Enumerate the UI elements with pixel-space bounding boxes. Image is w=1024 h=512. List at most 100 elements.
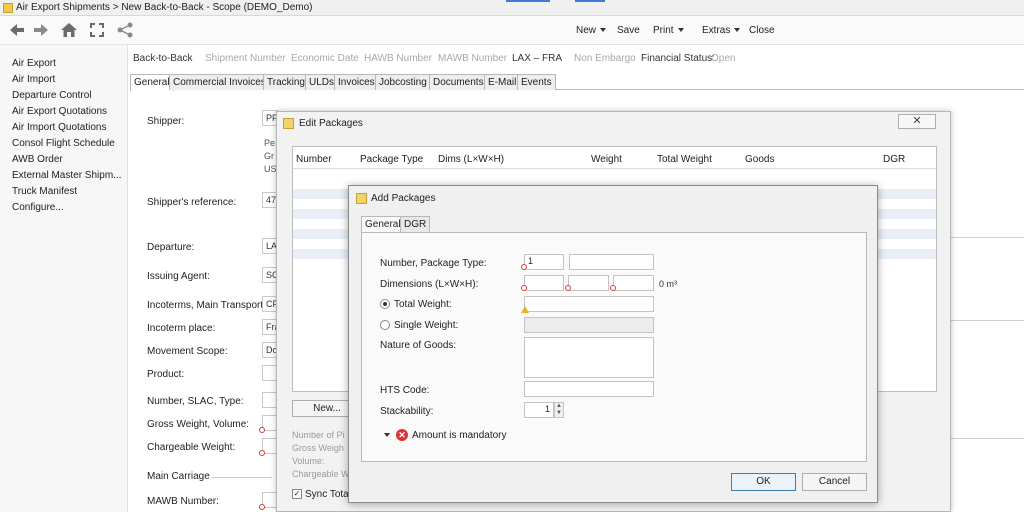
sidebar-item-air-import-quotations[interactable]: Air Import Quotations — [12, 122, 106, 133]
stackability-input[interactable]: 1 — [524, 402, 554, 418]
tab-jobcosting[interactable]: Jobcosting — [375, 74, 431, 90]
sidebar-item-awb-order[interactable]: AWB Order — [12, 154, 63, 165]
sidebar-item-air-export-quotations[interactable]: Air Export Quotations — [12, 106, 107, 117]
sync-total-label: Sync Total — [305, 489, 351, 500]
title-accent — [506, 0, 550, 2]
ok-button[interactable]: OK — [731, 473, 796, 491]
single-weight-input — [524, 317, 654, 333]
tab-general[interactable]: General — [130, 74, 174, 91]
sidebar-item-truck-manifest[interactable]: Truck Manifest — [12, 186, 77, 197]
tab-email[interactable]: E-Mail — [484, 74, 521, 90]
extras-menu[interactable]: Extras — [702, 25, 741, 36]
cancel-button[interactable]: Cancel — [802, 473, 867, 491]
toolbar: New Save Print Extras Close — [0, 16, 1024, 45]
dialog-icon — [283, 118, 294, 129]
error-icon — [521, 264, 527, 270]
print-menu-label: Print — [653, 25, 674, 36]
column-dims[interactable]: Dims (L×W×H) — [438, 154, 504, 165]
save-button[interactable]: Save — [617, 25, 640, 36]
forward-arrow-icon[interactable] — [32, 21, 50, 39]
add-packages-tabs: General DGR — [361, 216, 867, 233]
length-input[interactable] — [524, 275, 564, 291]
error-circle-icon: ✕ — [396, 429, 408, 441]
column-dgr[interactable]: DGR — [883, 154, 905, 165]
shipper-reference-label: Shipper's reference: — [147, 197, 237, 208]
close-icon[interactable]: ✕ — [898, 114, 936, 129]
summary-chargeable-label: Chargeable W — [292, 469, 350, 479]
add-packages-title: Add Packages — [371, 193, 436, 204]
chevron-down-icon — [600, 28, 607, 33]
column-package-type[interactable]: Package Type — [360, 154, 423, 165]
print-menu[interactable]: Print — [653, 25, 684, 36]
total-weight-input[interactable] — [524, 296, 654, 312]
total-weight-label: Total Weight: — [394, 299, 452, 310]
incoterms-label: Incoterms, Main Transport: — [147, 300, 266, 311]
extras-menu-label: Extras — [702, 25, 731, 36]
stackability-label: Stackability: — [380, 406, 434, 417]
mawb-number-label: MAWB Number: — [147, 496, 219, 507]
column-number[interactable]: Number — [296, 154, 332, 165]
total-weight-radio[interactable] — [380, 299, 390, 309]
nature-of-goods-label: Nature of Goods: — [380, 340, 457, 351]
home-icon[interactable] — [60, 21, 78, 39]
tab-events[interactable]: Events — [517, 74, 556, 90]
tab-dgr[interactable]: DGR — [400, 216, 431, 232]
fullscreen-icon[interactable] — [88, 21, 106, 39]
height-input[interactable] — [613, 275, 654, 291]
tab-tracking[interactable]: Tracking — [263, 74, 309, 90]
back-arrow-icon[interactable] — [8, 21, 26, 39]
shipper-address-line: Pe — [264, 138, 276, 148]
sidebar-item-departure-control[interactable]: Departure Control — [12, 90, 91, 101]
chevron-down-icon — [734, 28, 741, 33]
window-title: Air Export Shipments > New Back-to-Back … — [16, 2, 313, 13]
column-total-weight[interactable]: Total Weight — [657, 154, 712, 165]
sidebar-item-external-master-shipments[interactable]: External Master Shipm... — [12, 170, 121, 181]
single-weight-label: Single Weight: — [394, 320, 459, 331]
warning-icon — [521, 306, 529, 313]
sidebar-item-configure[interactable]: Configure... — [12, 202, 64, 213]
sidebar-item-air-export[interactable]: Air Export — [12, 58, 56, 69]
error-icon — [259, 450, 265, 456]
column-weight[interactable]: Weight — [591, 154, 622, 165]
sidebar-item-air-import[interactable]: Air Import — [12, 74, 55, 85]
title-bar: Air Export Shipments > New Back-to-Back … — [0, 0, 1024, 16]
mawb-number: MAWB Number — [438, 53, 508, 64]
column-goods[interactable]: Goods — [745, 154, 774, 165]
gross-weight-volume-label: Gross Weight, Volume: — [147, 419, 250, 430]
width-input[interactable] — [568, 275, 609, 291]
main-carriage-heading: Main Carriage — [147, 471, 210, 482]
package-type-input[interactable] — [569, 254, 654, 270]
add-packages-dialog: Add Packages General DGR Number, Package… — [348, 185, 878, 503]
section-divider — [951, 237, 1024, 238]
sidebar-item-consol-flight-schedule[interactable]: Consol Flight Schedule — [12, 138, 115, 149]
stackability-stepper[interactable]: ▲ ▼ — [554, 402, 564, 418]
number-input[interactable]: 1 — [524, 254, 564, 270]
embargo-status: Non Embargo — [574, 53, 636, 64]
error-icon — [259, 427, 265, 433]
volume-readout: 0 m³ — [659, 279, 677, 289]
chevron-down-icon[interactable] — [384, 433, 390, 437]
hts-code-input[interactable] — [524, 381, 654, 397]
share-icon[interactable] — [116, 21, 134, 39]
single-weight-radio[interactable] — [380, 320, 390, 330]
shipper-label: Shipper: — [147, 116, 185, 127]
tab-commercial-invoices[interactable]: Commercial Invoices — [169, 74, 270, 90]
error-icon — [610, 285, 616, 291]
economic-date: Economic Date — [291, 53, 359, 64]
tab-general[interactable]: General — [361, 216, 405, 233]
chargeable-weight-label: Chargeable Weight: — [147, 442, 236, 453]
nature-of-goods-input[interactable] — [524, 337, 654, 378]
new-menu[interactable]: New — [576, 25, 607, 36]
app-icon — [3, 3, 13, 13]
incoterm-place-label: Incoterm place: — [147, 323, 216, 334]
sync-total-checkbox[interactable]: ✓ — [292, 489, 302, 499]
close-button[interactable]: Close — [749, 25, 775, 36]
dialog-icon — [356, 193, 367, 204]
tab-invoices[interactable]: Invoices — [334, 74, 379, 90]
tab-documents[interactable]: Documents — [429, 74, 488, 90]
section-divider — [212, 477, 272, 478]
route: LAX – FRA — [512, 53, 563, 64]
chevron-down-icon — [677, 28, 684, 33]
title-accent-2 — [575, 0, 605, 2]
shipment-type: Back-to-Back — [133, 53, 193, 64]
